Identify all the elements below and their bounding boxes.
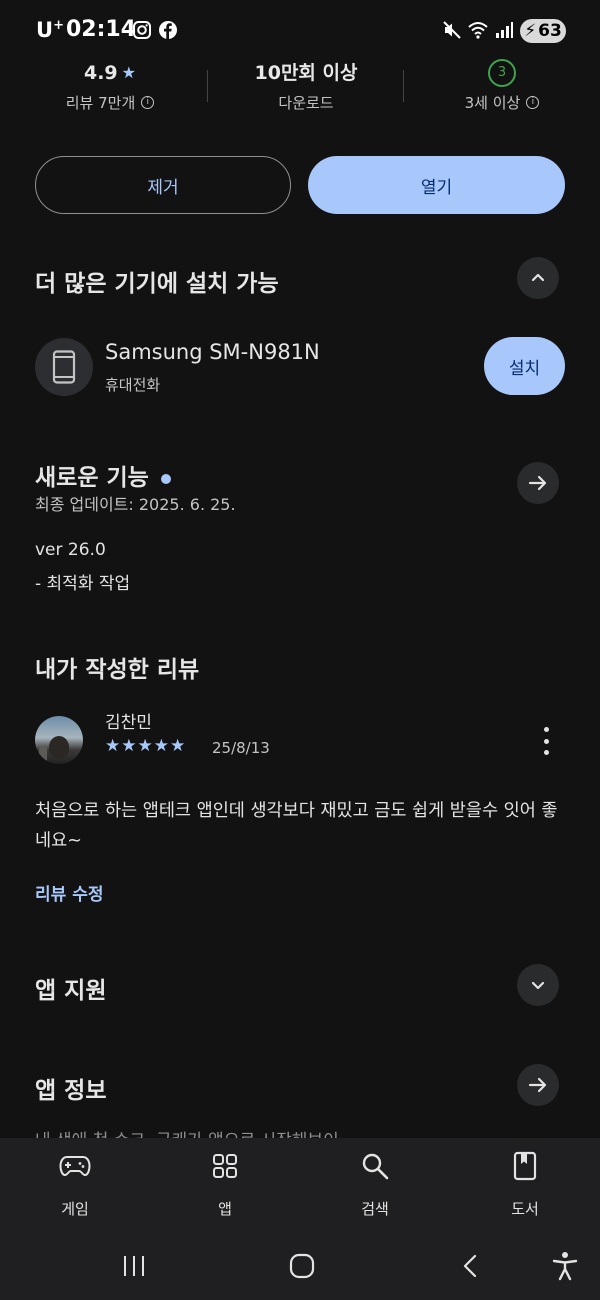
mute-icon — [443, 21, 461, 39]
star-icon: ★ — [121, 63, 136, 82]
wifi-icon — [468, 22, 488, 39]
whats-new-title[interactable]: 새로운 기능 — [35, 458, 171, 492]
nav-item-books[interactable]: 도서 — [475, 1150, 575, 1219]
downloads-stat: 10만회 이상 다운로드 — [206, 60, 406, 113]
clock: 02:14 — [66, 17, 137, 42]
search-icon — [362, 1153, 389, 1180]
nav-item-games[interactable]: 게임 — [25, 1150, 125, 1219]
apps-grid-icon — [213, 1154, 237, 1178]
battery-indicator: ⚡ 63 — [520, 19, 566, 43]
signal-icon — [496, 22, 513, 38]
age-rating-badge: 3 — [488, 59, 516, 87]
nav-item-apps[interactable]: 앱 — [175, 1150, 275, 1219]
edit-review-link[interactable]: 리뷰 수정 — [35, 880, 103, 905]
expand-button[interactable] — [517, 964, 559, 1006]
version-text: ver 26.0 — [35, 540, 106, 560]
last-updated: 최종 업데이트: 2025. 6. 25. — [35, 495, 236, 514]
open-button[interactable]: 열기 — [308, 156, 565, 214]
more-options-icon[interactable] — [538, 727, 554, 755]
device-type: 휴대전화 — [105, 376, 161, 394]
nav-label: 도서 — [511, 1200, 539, 1218]
smartphone-icon — [52, 350, 76, 384]
nav-label: 앱 — [218, 1200, 232, 1218]
collapse-button[interactable] — [517, 257, 559, 299]
charging-icon: ⚡ — [524, 21, 537, 41]
home-icon[interactable] — [289, 1253, 315, 1279]
rating-value: 4.9 — [83, 62, 118, 84]
review-count: 리뷰 7만개 — [65, 94, 136, 112]
nav-item-search[interactable]: 검색 — [325, 1150, 425, 1219]
instagram-icon — [133, 21, 151, 39]
uninstall-button[interactable]: 제거 — [35, 156, 291, 214]
app-info-arrow-button[interactable] — [517, 1064, 559, 1106]
rating-stat[interactable]: 4.9 ★ 리뷰 7만개 i — [10, 60, 210, 113]
accessibility-icon[interactable] — [552, 1251, 578, 1281]
review-date: 25/8/13 — [212, 739, 270, 757]
review-text: 처음으로 하는 앱테크 앱인데 생각보다 재밌고 금도 쉽게 받을수 잇어 좋네… — [35, 801, 558, 851]
install-button[interactable]: 설치 — [484, 337, 565, 395]
device-name: Samsung SM-N981N — [105, 340, 320, 364]
device-avatar — [35, 338, 93, 396]
nav-label: 게임 — [61, 1200, 89, 1218]
reviewer-name: 김찬민 — [105, 713, 152, 733]
more-devices-title: 더 많은 기기에 설치 가능 — [35, 271, 279, 297]
gamepad-icon — [59, 1156, 91, 1177]
book-icon — [513, 1151, 537, 1181]
carrier-label: U+ — [36, 18, 64, 42]
chevron-down-icon — [531, 981, 545, 990]
downloads-value: 10만회 이상 — [254, 62, 358, 84]
status-bar: U+ 02:14 ⚡ 63 — [0, 0, 600, 60]
recent-apps-icon[interactable] — [122, 1255, 146, 1277]
app-info-title[interactable]: 앱 정보 — [35, 1071, 107, 1105]
age-rating-label: 3세 이상 — [464, 94, 521, 112]
downloads-label: 다운로드 — [278, 94, 334, 112]
arrow-right-icon — [528, 1077, 547, 1093]
info-icon: i — [141, 96, 155, 109]
age-rating-stat[interactable]: 3 3세 이상 i — [402, 59, 600, 113]
avatar — [35, 716, 83, 764]
back-icon[interactable] — [460, 1254, 480, 1278]
update-note: - 최적화 작업 — [35, 574, 131, 594]
new-indicator-dot — [160, 473, 171, 484]
facebook-icon — [159, 21, 177, 39]
my-review-title: 내가 작성한 리뷰 — [35, 657, 200, 683]
chevron-up-icon — [531, 273, 545, 282]
app-support-title[interactable]: 앱 지원 — [35, 971, 107, 1005]
nav-label: 검색 — [361, 1200, 389, 1218]
info-icon: i — [526, 96, 540, 109]
whats-new-arrow-button[interactable] — [517, 462, 559, 504]
arrow-right-icon — [528, 475, 547, 491]
review-stars: ★★★★★ — [105, 736, 187, 756]
